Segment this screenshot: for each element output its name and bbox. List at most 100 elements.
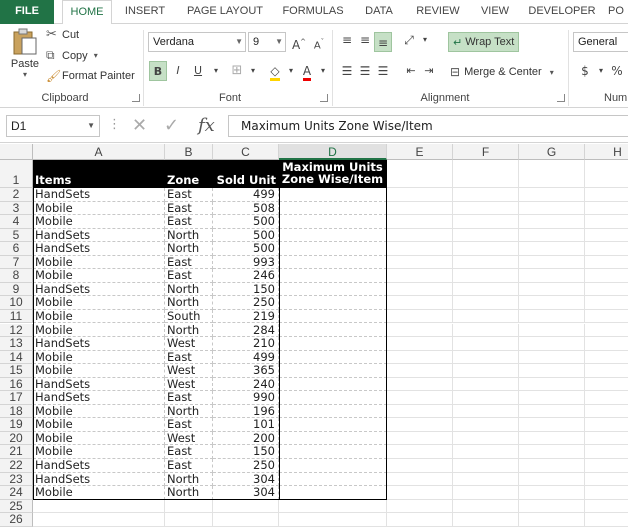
item-cell[interactable]: Mobile <box>33 296 165 310</box>
cell[interactable] <box>585 418 628 432</box>
column-header-f[interactable]: F <box>453 144 519 160</box>
column-header-e[interactable]: E <box>387 144 453 160</box>
cell[interactable] <box>279 309 387 324</box>
cell[interactable] <box>585 473 628 487</box>
tab-data[interactable]: DATA <box>356 0 402 24</box>
row-header[interactable]: 7 <box>0 255 33 270</box>
cell[interactable] <box>387 350 453 365</box>
cell[interactable] <box>585 160 628 188</box>
cell[interactable] <box>387 188 453 202</box>
cell[interactable] <box>279 323 387 338</box>
sold-unit-cell[interactable]: 210 <box>213 337 279 351</box>
cell[interactable] <box>585 283 628 297</box>
cell[interactable] <box>453 418 519 432</box>
zone-cell[interactable]: North <box>165 323 213 338</box>
sold-unit-cell[interactable]: 246 <box>213 269 279 283</box>
percent-button[interactable]: % <box>608 61 626 81</box>
zone-cell[interactable]: West <box>165 431 213 446</box>
sold-unit-cell[interactable]: 993 <box>213 255 279 270</box>
cell[interactable] <box>453 323 519 338</box>
row-header[interactable]: 11 <box>0 309 33 324</box>
cell[interactable] <box>519 472 585 487</box>
row-header[interactable]: 17 <box>0 391 33 405</box>
cell[interactable] <box>453 377 519 392</box>
sold-unit-cell[interactable]: 304 <box>213 486 279 500</box>
item-cell[interactable]: HandSets <box>33 459 165 473</box>
tab-page-layout[interactable]: PAGE LAYOUT <box>180 0 270 24</box>
select-all-corner[interactable] <box>0 144 33 160</box>
item-cell[interactable]: Mobile <box>33 404 165 419</box>
cell[interactable] <box>387 242 453 256</box>
cell[interactable] <box>453 350 519 365</box>
merge-center-button[interactable]: ⊟ Merge & Center ▾ <box>450 62 554 82</box>
cell[interactable] <box>519 486 585 500</box>
zone-cell[interactable]: North <box>165 404 213 419</box>
tab-formulas[interactable]: FORMULAS <box>278 0 348 24</box>
column-header-b[interactable]: B <box>165 144 213 160</box>
cell[interactable] <box>519 201 585 216</box>
cell[interactable] <box>279 296 387 310</box>
cell[interactable] <box>519 391 585 405</box>
cell[interactable] <box>519 513 585 527</box>
cell[interactable] <box>585 445 628 459</box>
paste-button[interactable]: Paste ▾ <box>8 28 42 79</box>
cell[interactable] <box>387 160 453 188</box>
cell[interactable] <box>585 310 628 324</box>
cell[interactable] <box>387 296 453 310</box>
sold-unit-cell[interactable]: 240 <box>213 377 279 392</box>
copy-button[interactable]: ⧉ Copy ▾ <box>46 48 98 63</box>
sold-unit-cell[interactable]: 499 <box>213 350 279 365</box>
sold-unit-cell[interactable]: 500 <box>213 228 279 243</box>
row-header[interactable]: 21 <box>0 445 33 459</box>
cell[interactable] <box>279 391 387 405</box>
align-left-icon[interactable]: ☰ <box>338 61 356 81</box>
cell[interactable] <box>519 296 585 310</box>
item-cell[interactable]: HandSets <box>33 282 165 297</box>
cell[interactable] <box>387 337 453 351</box>
header-items[interactable]: Items <box>33 160 165 188</box>
cell[interactable] <box>165 513 213 527</box>
format-painter-button[interactable]: 🖌 Format Painter <box>46 69 135 83</box>
row-header[interactable]: 20 <box>0 431 33 446</box>
cell[interactable] <box>387 255 453 270</box>
cell[interactable] <box>585 242 628 256</box>
cell[interactable] <box>387 418 453 432</box>
cell[interactable] <box>279 472 387 487</box>
column-header-c[interactable]: C <box>213 144 279 160</box>
underline-button[interactable]: U <box>189 61 207 81</box>
cell[interactable] <box>585 269 628 283</box>
item-cell[interactable]: Mobile <box>33 201 165 216</box>
cell[interactable] <box>519 431 585 446</box>
cell[interactable] <box>519 323 585 338</box>
zone-cell[interactable]: North <box>165 282 213 297</box>
cell[interactable] <box>213 513 279 527</box>
cell[interactable] <box>279 459 387 473</box>
cell[interactable] <box>519 160 585 188</box>
clipboard-launcher-icon[interactable] <box>132 94 140 102</box>
align-center-icon[interactable]: ☰ <box>356 61 374 81</box>
cell[interactable] <box>519 309 585 324</box>
cell[interactable] <box>279 418 387 432</box>
zone-cell[interactable]: East <box>165 215 213 229</box>
item-cell[interactable]: Mobile <box>33 418 165 432</box>
cell[interactable] <box>387 309 453 324</box>
zone-cell[interactable]: East <box>165 201 213 216</box>
cell[interactable] <box>387 391 453 405</box>
cell[interactable] <box>387 215 453 229</box>
insert-function-icon[interactable]: fx <box>198 115 215 136</box>
bold-button[interactable]: B <box>149 61 167 81</box>
cell[interactable] <box>165 499 213 514</box>
sold-unit-cell[interactable]: 200 <box>213 431 279 446</box>
zone-cell[interactable]: West <box>165 364 213 378</box>
name-box[interactable]: D1 ▼ <box>6 115 100 137</box>
zone-cell[interactable]: East <box>165 269 213 283</box>
cell[interactable] <box>387 486 453 500</box>
cell[interactable] <box>279 188 387 202</box>
cell[interactable] <box>453 201 519 216</box>
cell[interactable] <box>519 404 585 419</box>
cell[interactable] <box>387 228 453 243</box>
item-cell[interactable]: Mobile <box>33 350 165 365</box>
cell[interactable] <box>33 499 165 514</box>
cell[interactable] <box>519 337 585 351</box>
zone-cell[interactable]: East <box>165 188 213 202</box>
